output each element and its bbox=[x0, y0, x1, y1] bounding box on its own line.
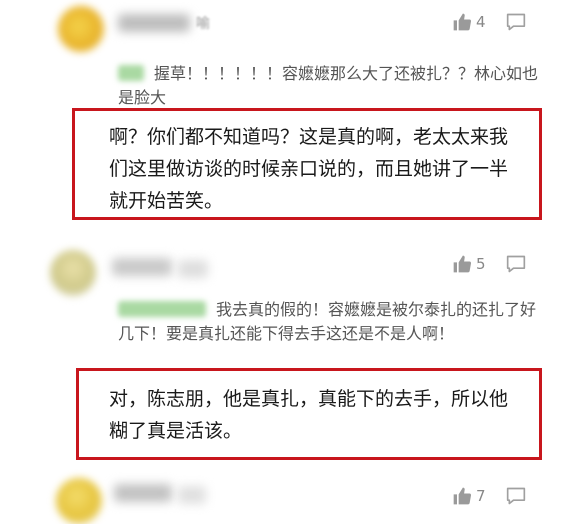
username[interactable] bbox=[112, 258, 172, 276]
comment-bubble-icon bbox=[506, 255, 526, 273]
like-count: 5 bbox=[476, 255, 486, 273]
username bbox=[178, 486, 206, 504]
reply-button[interactable] bbox=[505, 12, 527, 36]
reply-button[interactable] bbox=[505, 486, 527, 510]
like-count: 4 bbox=[476, 13, 486, 31]
quoted-comment: 我去真的假的！容嬷嬷是被尔泰扎的还扎了好几下！要是真扎还能下得去手这还是不是人啊… bbox=[118, 298, 538, 346]
quoted-username[interactable] bbox=[118, 65, 144, 81]
quoted-text: 握草！！！！！！容嬷嬷那么大了还被扎？？林心如也是脸大 bbox=[118, 64, 539, 107]
reply-text: 啊？你们都不知道吗？这是真的啊，老太太来我们这里做访谈的时候亲口说的，而且她讲了… bbox=[109, 126, 509, 212]
reply-button[interactable] bbox=[505, 254, 527, 278]
avatar[interactable] bbox=[50, 250, 96, 296]
avatar[interactable] bbox=[56, 478, 102, 524]
avatar[interactable] bbox=[58, 6, 104, 52]
reply-text-box: 对，陈志朋，他是真扎，真能下的去手，所以他糊了真是活该。 bbox=[76, 368, 542, 460]
like-count: 7 bbox=[476, 487, 486, 505]
comment-item: 喻 4 握草！！！！！！容嬷嬷那么大了还被扎？？林心如也是脸大 啊？你们都不知道… bbox=[0, 0, 578, 240]
thumbs-up-icon bbox=[453, 487, 472, 505]
thumbs-up-icon bbox=[453, 255, 472, 273]
username[interactable] bbox=[114, 484, 172, 502]
thumbs-up-icon bbox=[453, 13, 472, 31]
like-button[interactable]: 7 bbox=[452, 486, 486, 506]
like-button[interactable]: 4 bbox=[452, 12, 486, 32]
comment-item: 7 bbox=[0, 470, 578, 524]
comment-bubble-icon bbox=[506, 487, 526, 505]
quoted-username[interactable] bbox=[118, 301, 206, 317]
username bbox=[178, 260, 208, 278]
username[interactable] bbox=[118, 14, 190, 32]
quoted-comment: 握草！！！！！！容嬷嬷那么大了还被扎？？林心如也是脸大 bbox=[118, 62, 538, 110]
reply-text-box: 啊？你们都不知道吗？这是真的啊，老太太来我们这里做访谈的时候亲口说的，而且她讲了… bbox=[72, 108, 542, 220]
username-suffix: 喻 bbox=[196, 16, 210, 32]
comment-item: 5 我去真的假的！容嬷嬷是被尔泰扎的还扎了好几下！要是真扎还能下得去手这还是不是… bbox=[0, 240, 578, 460]
like-button[interactable]: 5 bbox=[452, 254, 486, 274]
comment-bubble-icon bbox=[506, 13, 526, 31]
reply-text: 对，陈志朋，他是真扎，真能下的去手，所以他糊了真是活该。 bbox=[109, 388, 509, 442]
